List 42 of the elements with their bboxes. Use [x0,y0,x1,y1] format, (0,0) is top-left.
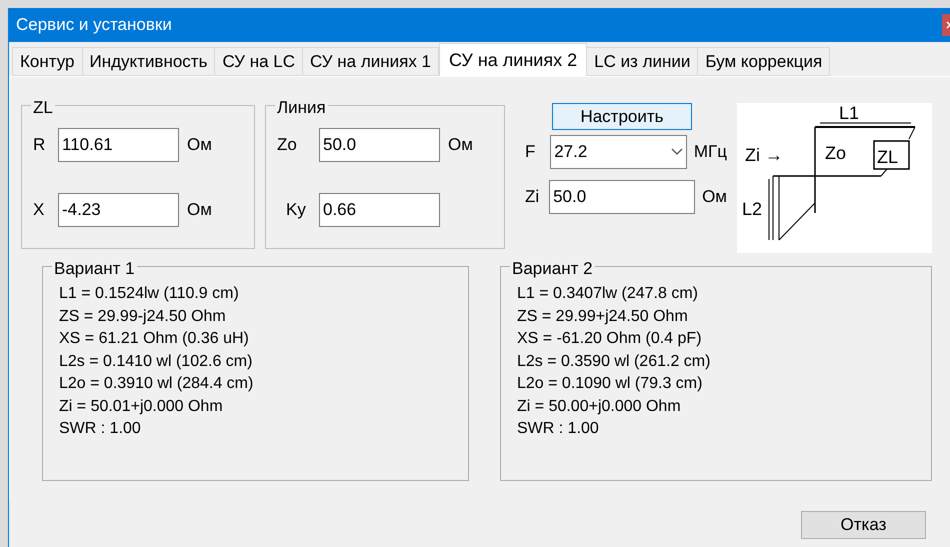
field-label: Zi [525,186,540,208]
unit-label: Ом [702,186,727,208]
result-text: SWR : 1.00 [517,419,600,439]
field-label: F [525,141,536,164]
tab[interactable]: СУ на линиях 1 [302,47,439,76]
chevron-down-icon [670,148,683,156]
unit-label: Ом [187,199,212,222]
unit-label: Ом [187,134,212,156]
input-field[interactable]: -4.23 [58,193,179,227]
result-text: ZS = 29.99+j24.50 Ohm [517,306,689,326]
frequency-dropdown[interactable]: 27.2 [550,135,687,169]
result-text: XS = -61.20 Ohm (0.4 pF) [517,329,703,349]
result-text: SWR : 1.00 [59,419,142,439]
cancel-button[interactable]: Отказ [801,511,926,539]
unit-label: Ом [448,134,473,156]
result-text: L2o = 0.3910 wl (284.4 cm) [59,374,254,394]
tab[interactable]: СУ на LC [214,47,304,76]
input-field[interactable]: 110.61 [58,128,179,162]
result-text: L2s = 0.1410 wl (102.6 cm) [59,352,254,372]
input-field[interactable]: 50.0 [319,128,440,162]
field-label: Ky [285,199,307,222]
window-title: Сервис и установки [15,14,172,36]
tab[interactable]: Контур [12,47,82,76]
tab[interactable]: Индуктивность [82,47,216,76]
result-text: Zi = 50.01+j0.000 Ohm [59,396,224,416]
result-text: XS = 61.21 Ohm (0.36 uH) [59,329,250,349]
tab[interactable]: LC из линии [586,47,698,76]
tune-button[interactable]: Настроить [552,103,692,130]
result-text: L1 = 0.3407lw (247.8 cm) [517,284,699,304]
result-text: L2o = 0.1090 wl (79.3 cm) [517,374,704,394]
tab[interactable]: Бум коррекция [697,47,830,76]
result-text: Zi = 50.00+j0.000 Ohm [517,396,682,416]
result-text: L2s = 0.3590 wl (261.2 cm) [517,352,712,372]
field-label: R [32,134,46,156]
input-field[interactable]: 0.66 [319,193,440,227]
field-label: X [32,199,46,222]
unit-label: МГц [694,141,727,164]
input-field[interactable]: 50.0 [549,180,696,214]
result-text: ZS = 29.99-j24.50 Ohm [59,306,227,326]
tab[interactable]: СУ на линиях 2 [439,43,588,77]
result-text: L1 = 0.1524lw (110.9 cm) [59,284,240,304]
field-label: Zo [276,134,298,156]
